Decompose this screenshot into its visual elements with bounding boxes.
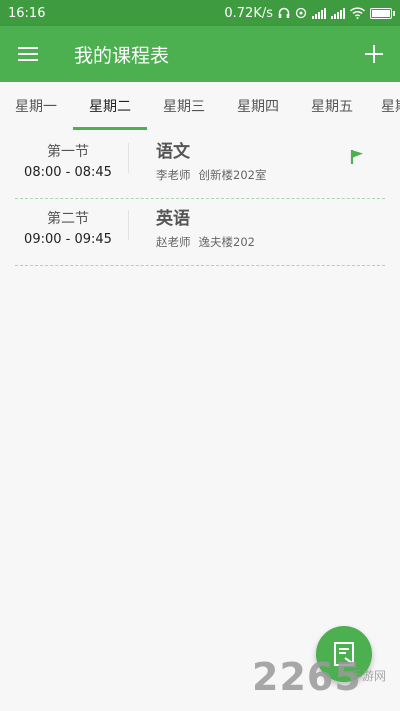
tab-saturday[interactable]: 星期六 [369, 82, 400, 130]
period-name: 第二节 [47, 211, 89, 227]
signal-icon [312, 7, 326, 19]
course-subject: 语文 [156, 142, 190, 162]
course-teacher: 赵老师 [156, 235, 191, 249]
weekday-tabs: 星期一 星期二 星期三 星期四 星期五 星期六 [0, 82, 400, 130]
course-detail: 李老师 创新楼202室 [156, 167, 266, 183]
course-location: 创新楼202室 [198, 168, 267, 182]
status-time: 16:16 [8, 5, 46, 21]
status-icons: 0.72K/s [224, 5, 395, 21]
period-time: 09:00 - 09:45 [24, 232, 112, 247]
course-subject: 英语 [156, 209, 190, 229]
watermark: 2265 手游网 [252, 655, 400, 705]
hamburger-menu-icon[interactable] [0, 26, 56, 82]
sync-icon [295, 7, 307, 19]
signal-icon [331, 7, 345, 19]
tab-tuesday[interactable]: 星期二 [73, 82, 147, 130]
course-row[interactable]: 第一节 08:00 - 08:45 语文 李老师 创新楼202室 [15, 133, 385, 199]
course-location: 逸夫楼202 [198, 235, 255, 249]
tab-monday[interactable]: 星期一 [0, 82, 73, 130]
battery-icon [370, 7, 395, 19]
wifi-icon [350, 7, 365, 19]
period-cell: 第一节 08:00 - 08:45 [15, 133, 121, 197]
course-row[interactable]: 第二节 09:00 - 09:45 英语 赵老师 逸夫楼202 [15, 200, 385, 266]
app-bar: 我的课程表 [0, 26, 400, 82]
headphones-icon [278, 7, 290, 18]
period-cell: 第二节 09:00 - 09:45 [15, 200, 121, 264]
status-bar: 16:16 0.72K/s [0, 0, 400, 26]
period-name: 第一节 [47, 144, 89, 160]
watermark-site: 手游网 [350, 669, 387, 683]
page-title: 我的课程表 [74, 44, 170, 67]
course-teacher: 李老师 [156, 168, 191, 182]
flag-icon[interactable] [350, 149, 364, 165]
tab-friday[interactable]: 星期五 [295, 82, 369, 130]
plus-icon [365, 45, 383, 63]
tab-thursday[interactable]: 星期四 [221, 82, 295, 130]
vertical-divider [128, 143, 129, 173]
vertical-divider [128, 210, 129, 240]
active-tab-indicator [73, 127, 147, 130]
network-speed: 0.72K/s [224, 5, 273, 21]
add-course-button[interactable] [348, 26, 400, 82]
tab-wednesday[interactable]: 星期三 [147, 82, 221, 130]
watermark-number: 2265 [252, 655, 362, 699]
period-time: 08:00 - 08:45 [24, 165, 112, 180]
course-detail: 赵老师 逸夫楼202 [156, 234, 255, 250]
